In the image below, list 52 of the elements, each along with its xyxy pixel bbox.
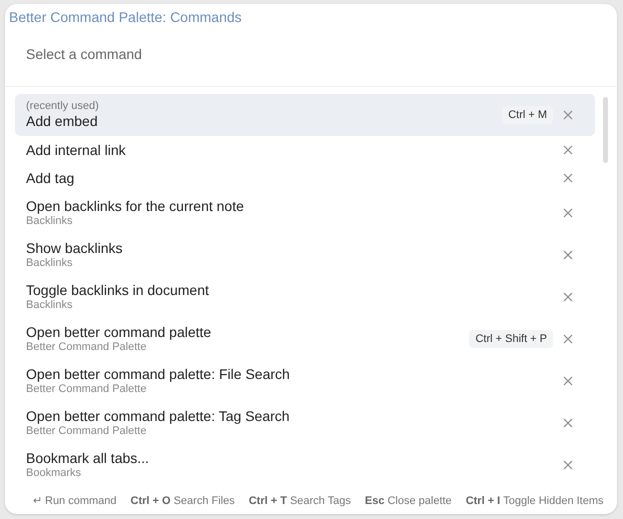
close-icon[interactable] (563, 418, 573, 428)
plugin-name: Backlinks (26, 299, 74, 312)
command-item[interactable]: (recently used) Add embed Ctrl + M (15, 94, 595, 136)
close-icon[interactable] (563, 208, 573, 218)
shortcut-label: Close palette (387, 494, 452, 509)
close-icon[interactable] (563, 250, 573, 260)
close-icon[interactable] (563, 460, 573, 470)
command-item[interactable]: Open backlinks for the current note Backlinks (15, 192, 595, 234)
command-item[interactable]: Bookmark all tabs... Bookmarks (15, 444, 595, 486)
command-name: Add internal link (26, 142, 127, 158)
shortcut-key: Ctrl + I (466, 492, 500, 510)
hotkey: Ctrl + M (502, 106, 553, 124)
plugin-name: Backlinks (26, 257, 74, 270)
scrollbar-thumb[interactable] (603, 97, 608, 163)
plugin-name: Better Command Palette (26, 425, 148, 438)
command-item[interactable]: Show backlinks Backlinks (15, 234, 595, 276)
command-name: Open better command palette: File Search (26, 366, 291, 383)
command-name: Toggle backlinks in document (26, 282, 210, 299)
plugin-name: Better Command Palette (26, 383, 148, 396)
command-item[interactable]: Open better command palette: File Search Better Command Palette (15, 360, 595, 402)
command-name: Show backlinks (26, 240, 124, 257)
close-icon[interactable] (563, 173, 573, 183)
shortcut-label: Run command (45, 494, 117, 509)
plugin-name: Better Command Palette (26, 341, 148, 354)
shortcut-label: Search Files (174, 494, 235, 509)
close-icon[interactable] (563, 376, 573, 386)
shortcut-label: Search Tags (290, 494, 351, 509)
close-icon[interactable] (563, 334, 573, 344)
close-icon[interactable] (563, 110, 573, 120)
shortcut-key: Esc (364, 492, 384, 510)
shortcut-key: Ctrl + O (130, 492, 171, 510)
hotkey: Ctrl + Shift + P (469, 330, 553, 348)
shortcut-label: Toggle Hidden Items (503, 494, 604, 509)
command-item[interactable]: Open better command palette: Tag Search Better Command Palette (15, 402, 595, 444)
recently-used-note: (recently used) (26, 100, 100, 113)
command-name: Add tag (26, 170, 76, 186)
command-item[interactable]: Add internal link (15, 136, 595, 164)
close-icon[interactable] (563, 145, 573, 155)
command-item[interactable]: Open better command palette Better Command Palette Ctrl + Shift + P (15, 318, 595, 360)
shortcut-key: ↵ (33, 492, 42, 510)
plugin-name: Bookmarks (26, 467, 82, 480)
command-item[interactable]: Add tag (15, 164, 595, 192)
palette-title: Better Command Palette: Commands (8, 8, 243, 26)
command-item[interactable]: Toggle backlinks in document Backlinks (15, 276, 595, 318)
command-name: Open backlinks for the current note (26, 198, 245, 215)
close-icon[interactable] (563, 292, 573, 302)
command-name: Bookmark all tabs... (26, 450, 150, 467)
command-name: Open better command palette: Tag Search (26, 408, 291, 425)
command-name: Add embed (26, 113, 99, 130)
plugin-name: Backlinks (26, 215, 74, 228)
shortcut-key: Ctrl + T (248, 492, 287, 510)
command-name: Open better command palette (26, 324, 212, 341)
